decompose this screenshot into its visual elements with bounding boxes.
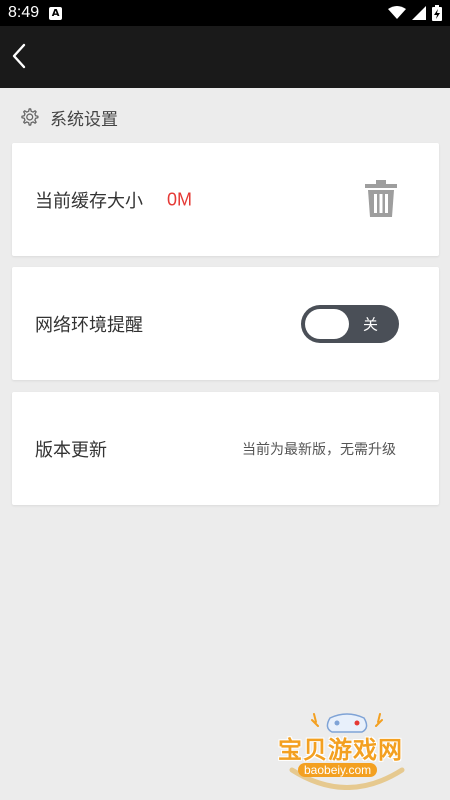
- status-indicators: [388, 5, 442, 21]
- version-status-text: 当前为最新版，无需升级: [242, 441, 396, 458]
- wifi-icon: [388, 6, 406, 19]
- status-time: 8:49: [8, 4, 40, 21]
- status-bar: 8:49 A: [0, 0, 450, 26]
- chevron-left-icon: [12, 43, 26, 69]
- version-update-label: 版本更新: [35, 439, 107, 461]
- signal-icon: [412, 6, 426, 20]
- cache-label: 当前缓存大小: [35, 190, 143, 212]
- version-update-card[interactable]: 版本更新 当前为最新版，无需升级: [12, 392, 439, 505]
- trash-icon: [365, 180, 397, 217]
- notification-icon: A: [49, 6, 63, 20]
- gear-icon: [21, 108, 39, 126]
- toggle-knob: [305, 309, 349, 339]
- watermark-logo: 宝贝游戏网 baobeiy.com: [272, 710, 422, 790]
- section-header: 系统设置: [18, 104, 118, 130]
- watermark-url: baobeiy.com: [298, 763, 378, 777]
- battery-charging-icon: [432, 5, 442, 21]
- network-reminder-label: 网络环境提醒: [35, 314, 143, 336]
- network-reminder-toggle[interactable]: 关: [301, 305, 399, 343]
- network-reminder-card: 网络环境提醒 关: [12, 267, 439, 380]
- cache-card: 当前缓存大小 0M: [12, 143, 439, 256]
- cache-size-value: 0M: [167, 189, 193, 209]
- app-bar: [0, 26, 450, 88]
- toggle-state-label: 关: [363, 315, 379, 334]
- section-title: 系统设置: [50, 109, 118, 130]
- clear-cache-button[interactable]: [363, 179, 399, 219]
- watermark-brand: 宝贝游戏网: [278, 736, 403, 764]
- back-button[interactable]: [4, 38, 34, 74]
